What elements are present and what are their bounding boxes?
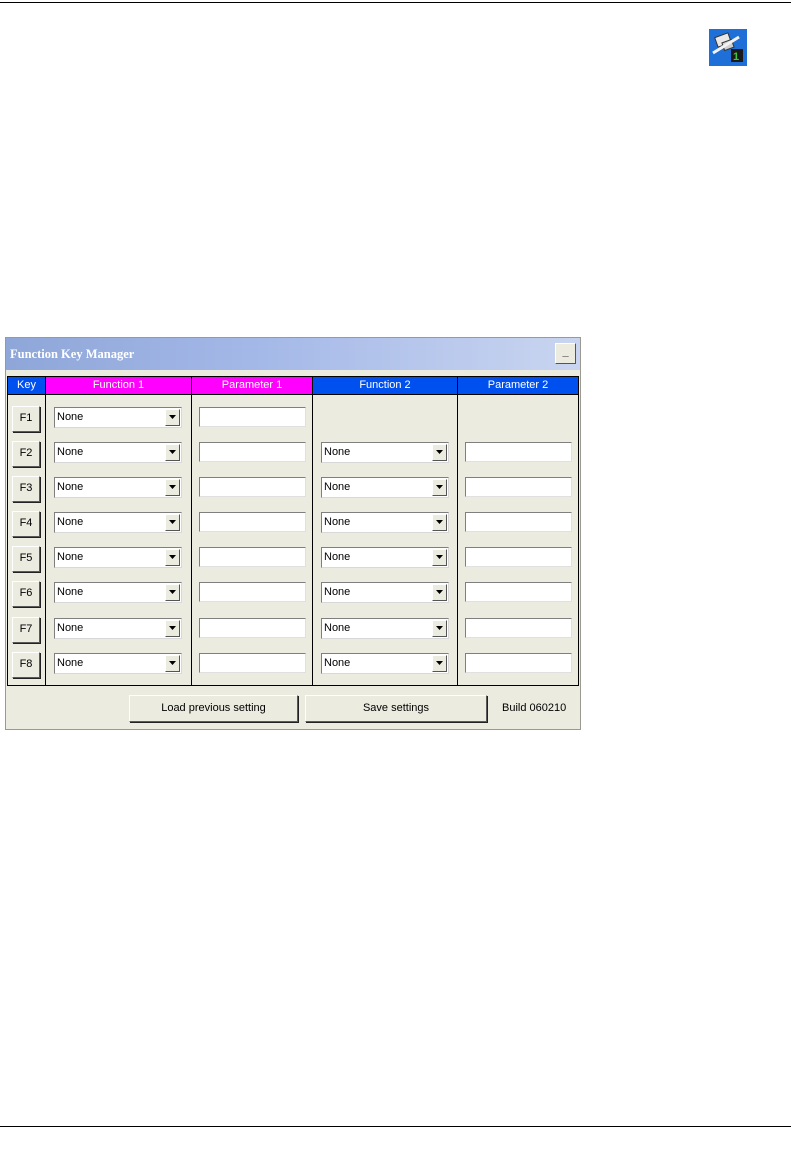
function-1-select[interactable]: None: [54, 582, 182, 603]
parameter-2-input[interactable]: [465, 653, 572, 673]
table-row: F2 None None: [8, 441, 578, 476]
function-1-select[interactable]: None: [54, 512, 182, 533]
function-2-select[interactable]: None: [321, 512, 449, 533]
table-row: F1 None: [8, 406, 578, 441]
svg-text:1: 1: [733, 51, 739, 63]
parameter-1-input[interactable]: [199, 547, 306, 567]
parameter-1-input[interactable]: [199, 477, 306, 497]
header-key: Key: [8, 377, 45, 394]
selected-value: None: [324, 657, 351, 669]
selected-value: None: [324, 516, 351, 528]
parameter-2-input[interactable]: [465, 618, 572, 638]
function-1-select[interactable]: None: [54, 653, 182, 674]
function-1-select[interactable]: None: [54, 547, 182, 568]
parameter-2-input[interactable]: [465, 547, 572, 567]
function-2-select[interactable]: None: [321, 477, 449, 498]
chevron-down-icon[interactable]: [165, 514, 180, 531]
function-1-select[interactable]: None: [54, 442, 182, 463]
function-key-manager-window: Function Key Manager _ Key Function 1 Pa…: [5, 337, 581, 730]
function-key-button[interactable]: F6: [12, 581, 40, 607]
chevron-down-icon[interactable]: [432, 584, 447, 601]
function-key-button[interactable]: F5: [12, 546, 40, 572]
function-1-select[interactable]: None: [54, 407, 182, 428]
selected-value: None: [324, 586, 351, 598]
build-label: Build 060210: [502, 702, 567, 714]
table-row: F5 None None: [8, 546, 578, 581]
function-key-button[interactable]: F3: [12, 476, 40, 502]
selected-value: None: [324, 446, 351, 458]
header-divider: [8, 394, 578, 395]
selected-value: None: [57, 657, 84, 669]
chevron-down-icon[interactable]: [165, 444, 180, 461]
chevron-down-icon[interactable]: [165, 479, 180, 496]
header-function-1: Function 1: [46, 377, 191, 394]
selected-value: None: [57, 551, 84, 563]
function-2-select[interactable]: None: [321, 442, 449, 463]
function-key-button[interactable]: F7: [12, 617, 40, 643]
header-parameter-2: Parameter 2: [458, 377, 578, 394]
table-row: F3 None None: [8, 476, 578, 511]
parameter-1-input[interactable]: [199, 512, 306, 532]
parameter-1-input[interactable]: [199, 442, 306, 462]
function-key-button[interactable]: F4: [12, 511, 40, 537]
table-row: F4 None None: [8, 511, 578, 546]
parameter-1-input[interactable]: [199, 653, 306, 673]
chevron-down-icon[interactable]: [165, 620, 180, 637]
function-key-button[interactable]: F8: [12, 652, 40, 678]
chevron-down-icon[interactable]: [432, 444, 447, 461]
header-function-2: Function 2: [313, 377, 457, 394]
parameter-2-input[interactable]: [465, 582, 572, 602]
function-key-table: Key Function 1 Parameter 1 Function 2 Pa…: [7, 376, 579, 686]
parameter-2-input[interactable]: [465, 512, 572, 532]
parameter-2-input[interactable]: [465, 477, 572, 497]
selected-value: None: [324, 551, 351, 563]
table-row: F6 None None: [8, 581, 578, 616]
parameter-1-input[interactable]: [199, 407, 306, 427]
selected-value: None: [57, 446, 84, 458]
parameter-2-input[interactable]: [465, 442, 572, 462]
function-2-select[interactable]: None: [321, 547, 449, 568]
minimize-button[interactable]: _: [555, 343, 576, 364]
function-1-select[interactable]: None: [54, 477, 182, 498]
window-title: Function Key Manager: [10, 347, 135, 361]
page-top-rule: [0, 2, 791, 3]
selected-value: None: [57, 411, 84, 423]
function-2-select[interactable]: None: [321, 618, 449, 639]
page-bottom-rule: [0, 1126, 791, 1127]
selected-value: None: [57, 481, 84, 493]
header-parameter-1: Parameter 1: [192, 377, 312, 394]
parameter-1-input[interactable]: [199, 582, 306, 602]
title-bar[interactable]: Function Key Manager _: [6, 338, 580, 370]
chevron-down-icon[interactable]: [432, 549, 447, 566]
selected-value: None: [57, 586, 84, 598]
table-row: F8 None None: [8, 652, 578, 687]
table-row: F7 None None: [8, 617, 578, 652]
chevron-down-icon[interactable]: [165, 584, 180, 601]
parameter-1-input[interactable]: [199, 618, 306, 638]
chevron-down-icon[interactable]: [432, 620, 447, 637]
chevron-down-icon[interactable]: [165, 655, 180, 672]
function-key-button[interactable]: F1: [12, 406, 40, 432]
monitor-network-1-icon: 1: [709, 29, 747, 66]
function-2-select[interactable]: None: [321, 653, 449, 674]
selected-value: None: [57, 516, 84, 528]
selected-value: None: [324, 622, 351, 634]
chevron-down-icon[interactable]: [165, 409, 180, 426]
chevron-down-icon[interactable]: [432, 479, 447, 496]
load-previous-setting-button[interactable]: Load previous setting: [129, 695, 298, 722]
chevron-down-icon[interactable]: [432, 514, 447, 531]
selected-value: None: [57, 622, 84, 634]
chevron-down-icon[interactable]: [432, 655, 447, 672]
function-key-button[interactable]: F2: [12, 441, 40, 467]
chevron-down-icon[interactable]: [165, 549, 180, 566]
function-1-select[interactable]: None: [54, 618, 182, 639]
save-settings-button[interactable]: Save settings: [305, 695, 487, 722]
selected-value: None: [324, 481, 351, 493]
function-2-select[interactable]: None: [321, 582, 449, 603]
